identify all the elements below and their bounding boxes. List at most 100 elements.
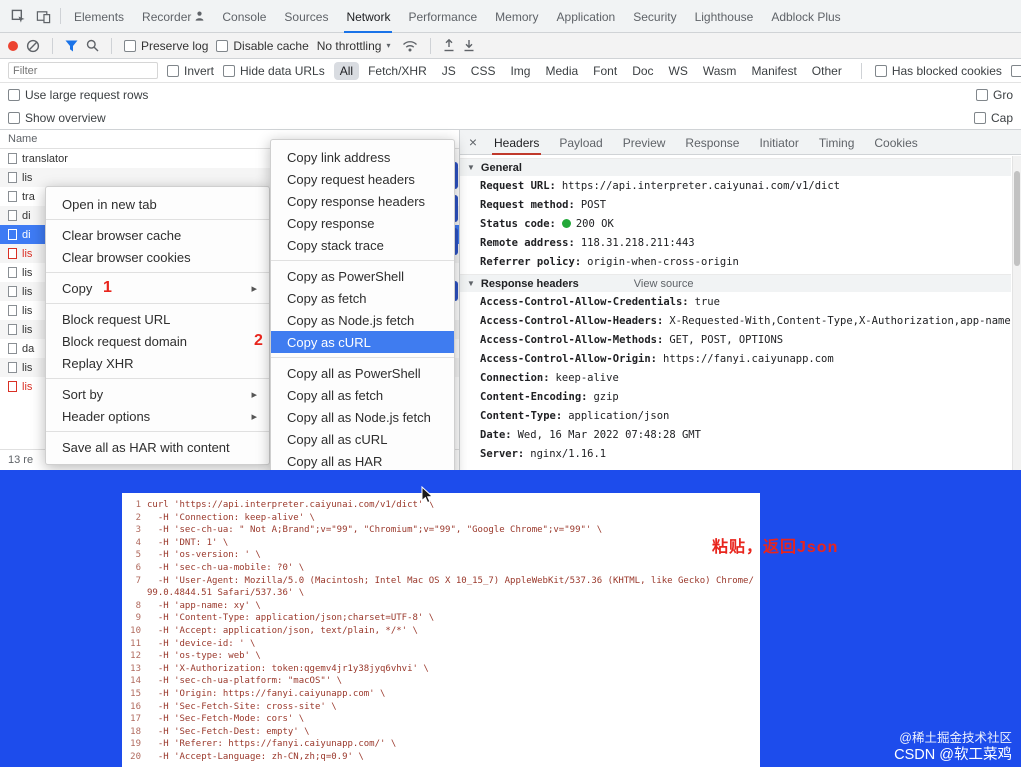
filter-chip-doc[interactable]: Doc: [626, 62, 659, 80]
menu-item-copy-as-curl[interactable]: Copy as cURL: [271, 331, 454, 353]
menu-item-copy-all-as-fetch[interactable]: Copy all as fetch: [271, 384, 454, 406]
menu-item-copy-stack-trace[interactable]: Copy stack trace: [271, 234, 454, 256]
details-tabbar: × Headers Payload Preview Response Initiator…: [460, 130, 1021, 155]
menu-item-save-all-as-har-with-content[interactable]: Save all as HAR with content: [46, 436, 269, 458]
checkbox-icon[interactable]: [975, 88, 988, 101]
record-button[interactable]: [8, 40, 18, 51]
group-by-frame-checkbox[interactable]: Gro: [975, 88, 1013, 102]
details-tab-cookies[interactable]: Cookies: [864, 130, 927, 155]
menu-item-header-options[interactable]: Header options ▸: [46, 405, 269, 427]
menu-item-copy-all-as-node-js-fetch[interactable]: Copy all as Node.js fetch: [271, 406, 454, 428]
filter-chip-other[interactable]: Other: [806, 62, 848, 80]
menu-item-copy[interactable]: Copy ▸: [46, 277, 269, 299]
checkbox-icon[interactable]: [1010, 64, 1021, 77]
menu-item-copy-all-as-har[interactable]: Copy all as HAR: [271, 450, 454, 470]
file-icon: [8, 343, 17, 354]
tab-memory[interactable]: Memory: [486, 0, 547, 33]
tab-recorder[interactable]: Recorder: [133, 0, 213, 33]
menu-item-sort-by[interactable]: Sort by ▸: [46, 383, 269, 405]
details-tab-preview[interactable]: Preview: [613, 130, 676, 155]
tab-security[interactable]: Security: [624, 0, 685, 33]
clear-icon[interactable]: [26, 39, 40, 53]
line-number: 14: [130, 676, 141, 687]
export-har-icon[interactable]: [463, 39, 475, 52]
filter-chip-font[interactable]: Font: [587, 62, 623, 80]
tab-lighthouse[interactable]: Lighthouse: [686, 0, 763, 33]
has-blocked-cookies-checkbox[interactable]: Has blocked cookies: [874, 64, 1002, 78]
details-tab-timing[interactable]: Timing: [809, 130, 865, 155]
preserve-log-checkbox[interactable]: Preserve log: [124, 39, 208, 53]
filter-chip-media[interactable]: Media: [539, 62, 584, 80]
tab-performance[interactable]: Performance: [399, 0, 486, 33]
details-tab-initiator[interactable]: Initiator: [749, 130, 808, 155]
tab-console[interactable]: Console: [213, 0, 275, 33]
menu-item-copy-all-as-curl[interactable]: Copy all as cURL: [271, 428, 454, 450]
checkbox-icon[interactable]: [167, 64, 179, 77]
network-conditions-icon[interactable]: [402, 40, 418, 52]
menu-item-block-request-domain[interactable]: Block request domain: [46, 330, 269, 352]
filter-chip-ws[interactable]: WS: [663, 62, 694, 80]
hide-data-urls-checkbox[interactable]: Hide data URLs: [223, 64, 325, 78]
menu-item-clear-browser-cookies[interactable]: Clear browser cookies: [46, 246, 269, 268]
inspect-element-icon[interactable]: [6, 4, 31, 28]
terminal-curl-output[interactable]: 1 curl 'https://api.interpreter.caiyunai.…: [122, 493, 760, 767]
scrollbar-thumb[interactable]: [1014, 171, 1020, 266]
filter-chip-css[interactable]: CSS: [465, 62, 502, 80]
header-line: Server: nginx/1.16.1: [460, 444, 1011, 463]
tab-network[interactable]: Network: [337, 0, 399, 33]
header-name: Access-Control-Allow-Origin:: [480, 352, 658, 365]
checkbox-icon[interactable]: [8, 88, 20, 101]
menu-item-copy-as-node-js-fetch[interactable]: Copy as Node.js fetch: [271, 309, 454, 331]
menu-item-copy-request-headers[interactable]: Copy request headers: [271, 168, 454, 190]
filter-chip-js[interactable]: JS: [436, 62, 462, 80]
device-toolbar-icon[interactable]: [31, 4, 56, 28]
filter-chip-manifest[interactable]: Manifest: [745, 62, 802, 80]
view-source-link[interactable]: View source: [634, 278, 694, 290]
throttling-select[interactable]: No throttling ▾: [317, 39, 391, 53]
details-scrollbar[interactable]: [1012, 156, 1021, 470]
import-har-icon[interactable]: [443, 39, 455, 52]
menu-item-replay-xhr[interactable]: Replay XHR: [46, 352, 269, 374]
filter-chip-img[interactable]: Img: [504, 62, 536, 80]
invert-checkbox[interactable]: Invert: [167, 64, 214, 78]
details-tab-response[interactable]: Response: [675, 130, 749, 155]
menu-item-label: Header options: [62, 408, 151, 424]
tab-application[interactable]: Application: [548, 0, 625, 33]
filter-icon[interactable]: [65, 40, 78, 52]
use-large-request-rows-checkbox[interactable]: Use large request rows: [8, 88, 148, 102]
checkbox-icon[interactable]: [216, 39, 229, 52]
menu-item-label: Copy response: [287, 215, 375, 231]
tab-adblock-plus[interactable]: Adblock Plus: [762, 0, 849, 33]
menu-item-block-request-url[interactable]: Block request URL: [46, 308, 269, 330]
tab-elements[interactable]: Elements: [65, 0, 133, 33]
show-overview-checkbox[interactable]: Show overview: [8, 111, 106, 125]
menu-item-copy-response[interactable]: Copy response: [271, 212, 454, 234]
filter-chip-wasm[interactable]: Wasm: [697, 62, 743, 80]
response-headers-section-header[interactable]: ▼ Response headers View source: [460, 274, 1011, 292]
search-icon[interactable]: [86, 39, 99, 52]
filter-input[interactable]: [8, 62, 158, 79]
filter-chip-fetch-xhr[interactable]: Fetch/XHR: [362, 62, 433, 80]
capture-screenshots-checkbox[interactable]: Cap: [973, 111, 1013, 125]
blocked-requests-checkbox[interactable]: Blocked requests: [1010, 64, 1021, 78]
menu-item-copy-link-address[interactable]: Copy link address: [271, 146, 454, 168]
menu-item-copy-as-powershell[interactable]: Copy as PowerShell: [271, 265, 454, 287]
filter-chip-all[interactable]: All: [333, 61, 360, 80]
menu-item-copy-all-as-powershell[interactable]: Copy all as PowerShell: [271, 362, 454, 384]
details-tab-headers[interactable]: Headers: [484, 130, 549, 155]
disable-cache-checkbox[interactable]: Disable cache: [216, 39, 309, 53]
menu-item-copy-as-fetch[interactable]: Copy as fetch: [271, 287, 454, 309]
tab-sources[interactable]: Sources: [275, 0, 337, 33]
menu-item-clear-browser-cache[interactable]: Clear browser cache: [46, 224, 269, 246]
checkbox-icon[interactable]: [8, 111, 20, 124]
general-section-header[interactable]: ▼ General: [460, 158, 1011, 176]
details-tab-payload[interactable]: Payload: [549, 130, 612, 155]
checkbox-icon[interactable]: [124, 39, 136, 52]
header-name: Content-Type:: [480, 409, 563, 422]
menu-item-open-in-new-tab[interactable]: Open in new tab: [46, 193, 269, 215]
checkbox-icon[interactable]: [223, 64, 236, 77]
close-icon[interactable]: ×: [462, 134, 484, 150]
checkbox-icon[interactable]: [874, 64, 887, 77]
menu-item-copy-response-headers[interactable]: Copy response headers: [271, 190, 454, 212]
checkbox-icon[interactable]: [973, 111, 986, 124]
